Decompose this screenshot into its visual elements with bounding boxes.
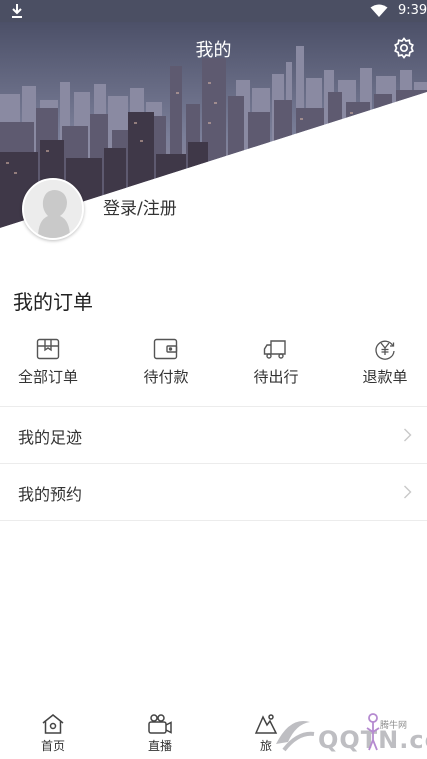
chevron-right-icon — [404, 485, 412, 499]
status-time: 9:39 — [398, 3, 427, 18]
order-all-button[interactable]: 全部订单 — [8, 338, 88, 387]
divider — [0, 520, 427, 521]
box-icon — [36, 338, 60, 360]
nav-home[interactable]: 首页 — [23, 713, 83, 754]
menu-item-footprints[interactable]: 我的足迹 — [0, 407, 427, 463]
nav-live-label: 直播 — [147, 739, 172, 753]
menu-item-reservations-label: 我的预约 — [18, 485, 83, 504]
default-avatar-icon — [24, 180, 82, 238]
screen: 9:39 我的 登录/注册 我的订单 全部订单 待付款 待出行 退款单 我的足迹… — [0, 0, 427, 759]
home-icon — [42, 714, 64, 734]
refund-icon — [375, 340, 395, 360]
menu-item-footprints-label: 我的足迹 — [18, 428, 83, 447]
order-pending-trip-button[interactable]: 待出行 — [236, 338, 316, 387]
menu-item-reservations[interactable]: 我的预约 — [0, 464, 427, 520]
download-icon — [12, 4, 22, 18]
wallet-icon — [153, 338, 178, 360]
page-title: 我的 — [195, 40, 232, 61]
nav-home-label: 首页 — [40, 739, 65, 753]
order-pending-trip-label: 待出行 — [253, 368, 299, 386]
watermark-logo-icon — [276, 720, 315, 752]
nav-live[interactable]: 直播 — [130, 713, 190, 754]
order-refund-label: 退款单 — [362, 368, 408, 386]
order-refund-button[interactable]: 退款单 — [345, 338, 425, 387]
order-pending-payment-label: 待付款 — [143, 368, 189, 386]
wifi-icon — [370, 4, 388, 17]
watermark: QQTN.com 腾牛网 — [270, 712, 427, 759]
orders-section-title: 我的订单 — [13, 290, 93, 314]
order-all-label: 全部订单 — [17, 368, 78, 386]
chevron-right-icon — [404, 428, 412, 442]
status-bar: 9:39 — [0, 0, 427, 22]
order-pending-payment-button[interactable]: 待付款 — [126, 338, 206, 387]
avatar[interactable] — [22, 178, 84, 240]
login-register-link[interactable]: 登录/注册 — [103, 194, 177, 219]
gear-icon[interactable] — [392, 36, 416, 60]
truck-icon — [263, 340, 286, 359]
live-camera-icon — [148, 714, 172, 734]
watermark-small-text: 腾牛网 — [380, 721, 408, 731]
